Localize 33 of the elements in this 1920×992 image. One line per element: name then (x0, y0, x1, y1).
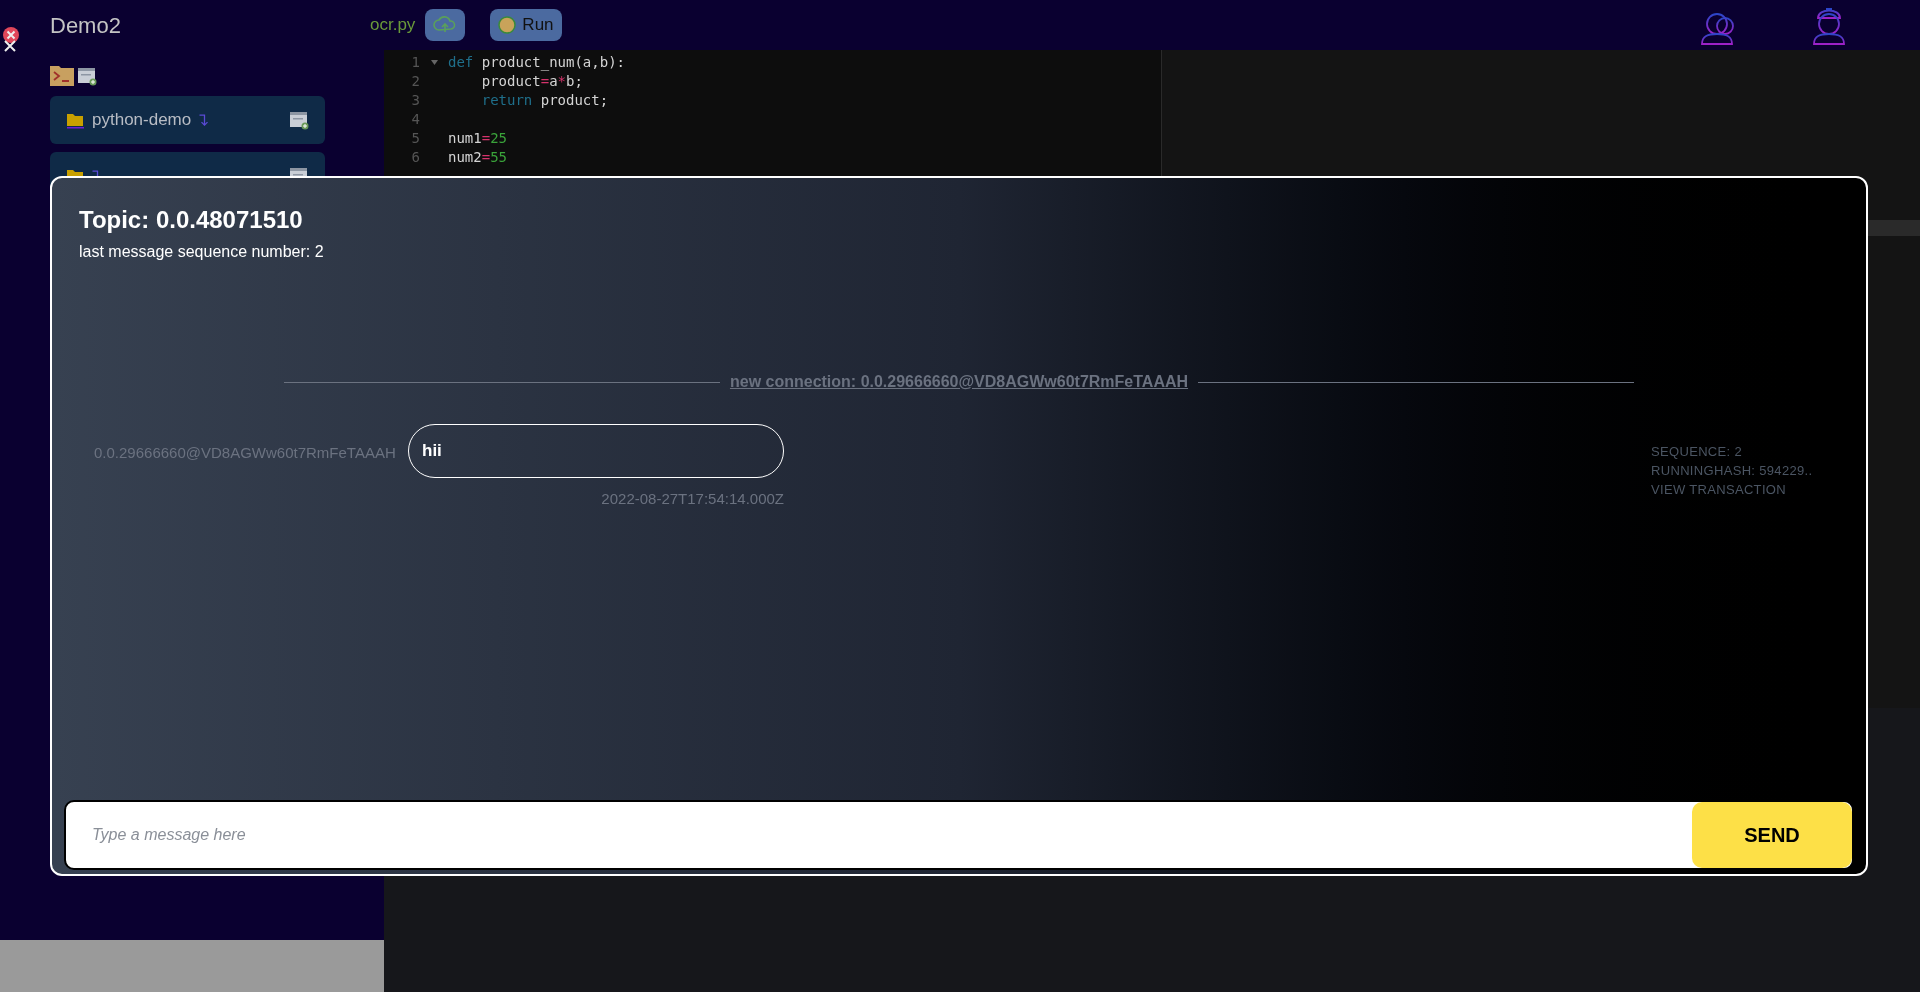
file-name: ocr.py (370, 14, 416, 37)
sender-id: 0.0.29666660@VD8AGWw60t7RmFeTAAAH (94, 443, 394, 463)
line-number: 5 (410, 129, 420, 148)
folder-item[interactable]: python-demo (50, 96, 325, 144)
folder-name: python-demo (92, 109, 192, 132)
code-line: num2=55 (448, 148, 507, 167)
new-file-icon[interactable] (77, 66, 97, 86)
message-input[interactable]: Type a message here (66, 802, 1692, 868)
cloud-upload-icon (433, 15, 458, 35)
code-line: product=a*b; (480, 72, 583, 91)
code-line: def product_num(a,b): (448, 53, 625, 72)
line-number: 3 (410, 91, 420, 110)
cloud-upload-button[interactable] (425, 9, 466, 41)
branch-arrow-icon (199, 114, 209, 126)
line-number: 4 (410, 110, 420, 129)
folder-icon (66, 111, 84, 129)
message-timestamp: 2022-08-27T17:54:14.000Z (601, 489, 784, 509)
code-line: return product; (480, 91, 609, 110)
fold-caret-icon[interactable] (430, 60, 438, 65)
run-icon (498, 16, 517, 34)
running-hash: RUNNINGHASH: 594229.. (1651, 462, 1814, 480)
new-file-icon[interactable] (289, 110, 309, 130)
line-number: 1 (410, 53, 420, 72)
sequence-label: SEQUENCE: 2 (1651, 443, 1743, 461)
message-field[interactable]: Type a message here SEND (64, 800, 1854, 870)
code-line: num1=25 (448, 129, 507, 148)
line-number: 2 (410, 72, 420, 91)
project-title: Demo2 (50, 11, 122, 40)
line-number: 6 (410, 148, 420, 167)
sequence-subtitle: last message sequence number: 2 (79, 242, 325, 262)
send-button[interactable]: SEND (1692, 802, 1852, 868)
terminal-folder-icon[interactable] (50, 66, 74, 86)
topic-title: Topic: 0.0.48071510 (79, 205, 304, 235)
